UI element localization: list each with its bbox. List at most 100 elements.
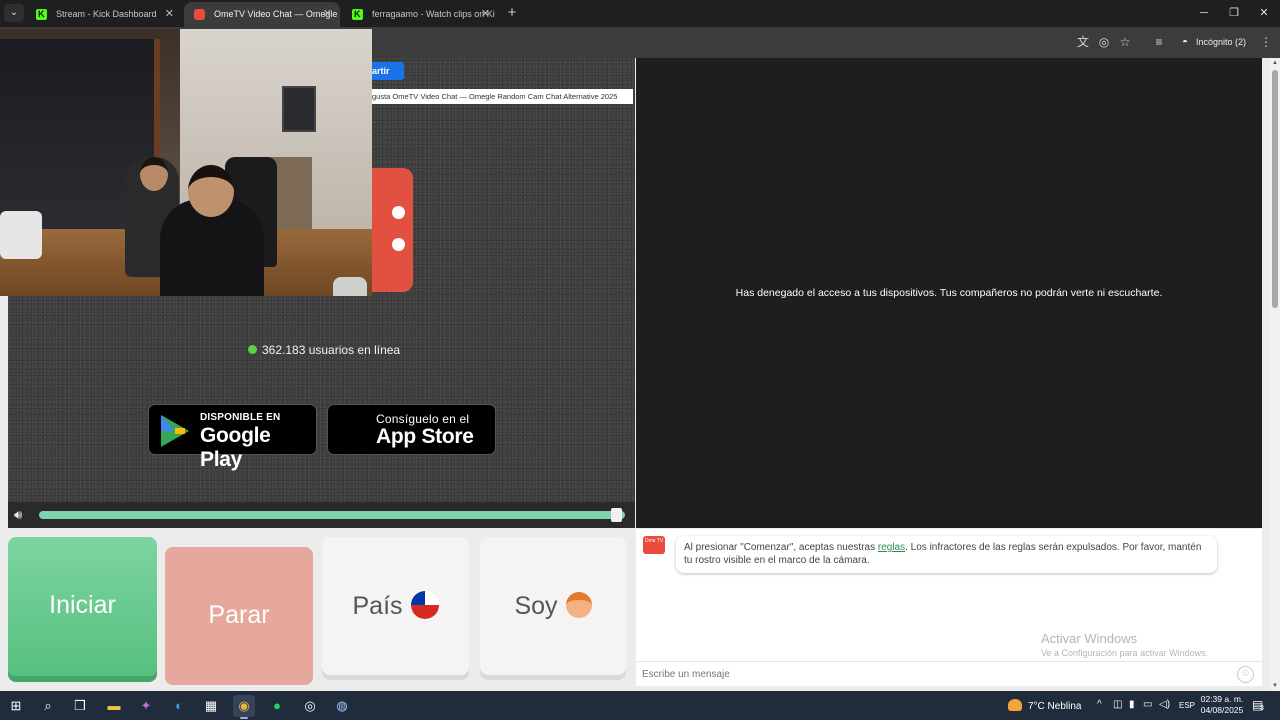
camera-tray-icon[interactable]: ◫ [1113, 699, 1122, 710]
volume-tray-icon[interactable]: ◁) [1159, 699, 1170, 710]
clock-time: 02:39 a. m. [1200, 694, 1244, 704]
webcam-overlay [0, 29, 372, 296]
obs-icon[interactable]: ◎ [299, 695, 321, 717]
task-view-icon[interactable]: ❒ [69, 695, 91, 717]
reading-list-icon[interactable]: ≡ [1151, 34, 1167, 50]
kick-icon [352, 2, 363, 27]
gender-button[interactable]: Soy [480, 537, 626, 675]
eye-off-icon[interactable]: ◎ [1096, 34, 1112, 50]
gender-label: Soy [514, 592, 558, 620]
chat-message-input[interactable] [642, 665, 1232, 684]
online-users: 362.183 usuarios en línea [248, 343, 400, 357]
ometv-chat-icon: Ome TV [643, 536, 665, 554]
tab-ferragaamo[interactable]: ferragaamo - Watch clips on Ki ✕ [342, 2, 498, 27]
stop-button[interactable]: Parar [165, 547, 313, 685]
scroll-up-icon[interactable]: ▲ [1272, 60, 1278, 66]
close-icon[interactable]: ✕ [323, 2, 332, 27]
windows-start-icon[interactable]: ⊞ [5, 695, 27, 717]
cam-head-left [140, 157, 168, 191]
kick-icon [36, 2, 47, 27]
tab-ometv[interactable]: OmeTV Video Chat — Omegle ✕ [184, 2, 340, 27]
google-play-big: Google Play [200, 424, 271, 471]
google-play-badge[interactable]: DISPONIBLE EN Google Play [148, 404, 317, 471]
chrome-icon[interactable]: ◉ [233, 695, 255, 719]
tab-title: Stream - Kick Dashboard [56, 9, 157, 19]
cam-poster [282, 86, 316, 132]
cam-bottle [333, 277, 367, 296]
cam-microphone [0, 211, 42, 259]
ometv-logo [372, 168, 413, 292]
volume-slider-handle[interactable] [611, 508, 622, 522]
chile-flag-icon [410, 591, 439, 619]
weather-icon [1008, 699, 1022, 711]
app-store-small: Consíguelo en el [376, 412, 470, 426]
app-store-badge[interactable]: Consíguelo en el App Store [327, 404, 496, 455]
translate-icon[interactable]: 文 [1075, 34, 1091, 50]
close-icon[interactable]: ✕ [481, 2, 490, 27]
tab-title: OmeTV Video Chat — Omegle [214, 9, 338, 19]
notification-icon[interactable]: ▤ 3 [1252, 698, 1264, 712]
message-text-start: Al presionar "Comenzar", aceptas nuestra… [684, 542, 878, 553]
close-window-button[interactable]: ✕ [1247, 0, 1280, 27]
tray-chevron-icon[interactable]: ^ [1097, 699, 1102, 710]
logo-dot [392, 238, 405, 251]
windows-taskbar: ⊞ ⌕ ❒ ▬ ✦ ◐ ▦ ◉ ● ◎ ◍ 7°C Neblina ^ ◫ ▮ … [0, 691, 1280, 720]
activate-windows-subtitle: Ve a Configuración para activar Windows. [1041, 648, 1209, 658]
country-label: País [352, 592, 403, 620]
microphone-tray-icon[interactable]: ▮ [1129, 699, 1135, 710]
tab-search-button[interactable]: ⌄ [4, 4, 24, 22]
search-icon[interactable]: ⌕ [37, 695, 59, 717]
network-icon[interactable]: ▭ [1143, 699, 1152, 710]
page-scrollbar[interactable]: ▲ ▼ [1270, 58, 1280, 691]
clock[interactable]: 02:39 a. m. 04/08/2025 [1200, 694, 1244, 716]
app-store-big: App Store [376, 425, 474, 448]
share-tooltip: gusta OmeTV Video Chat — Omegle Random C… [370, 89, 633, 104]
active-indicator [240, 717, 248, 719]
country-button[interactable]: País [322, 537, 469, 675]
ometv-icon [194, 9, 205, 20]
restore-button[interactable]: ❐ [1217, 0, 1251, 27]
menu-icon[interactable]: ⋮ [1258, 34, 1274, 50]
clock-date: 04/08/2025 [1200, 705, 1244, 715]
notification-count: 3 [1260, 705, 1264, 712]
rules-link[interactable]: reglas [878, 542, 905, 553]
online-count: 362.183 usuarios en línea [262, 343, 401, 357]
boy-face-icon [565, 592, 592, 618]
file-explorer-icon[interactable]: ▬ [103, 695, 125, 717]
cam-head-right [188, 165, 234, 217]
device-denied-message: Has denegado el acceso a tus dispositivo… [735, 287, 1163, 299]
incognito-profile-button[interactable]: ◓ Incógnito (2) [1176, 32, 1250, 53]
minimize-button[interactable]: ─ [1187, 0, 1221, 27]
incognito-icon: ◓ [1182, 37, 1189, 48]
close-icon[interactable]: ✕ [165, 2, 174, 27]
scrollbar-thumb[interactable] [1272, 70, 1278, 308]
new-tab-button[interactable]: + [503, 4, 521, 22]
edge-icon[interactable]: ◐ [168, 695, 190, 717]
speaker-icon[interactable]: 🔊︎ [14, 507, 22, 523]
copilot-icon[interactable]: ✦ [135, 695, 157, 717]
weather-widget[interactable]: 7°C Neblina [1008, 699, 1081, 712]
profile-label: Incógnito (2) [1196, 37, 1247, 47]
language-indicator[interactable]: ESP [1179, 701, 1195, 710]
emoji-icon[interactable]: ☺ [1237, 666, 1254, 683]
scroll-down-icon[interactable]: ▼ [1272, 683, 1278, 689]
online-dot-icon [248, 345, 257, 354]
activate-windows-title: Activar Windows [1041, 631, 1138, 646]
store-icon[interactable]: ▦ [200, 695, 222, 717]
start-button[interactable]: Iniciar [8, 537, 157, 676]
volume-bar: 🔊︎ [8, 502, 635, 528]
volume-track[interactable] [39, 511, 625, 519]
system-message: Al presionar "Comenzar", aceptas nuestra… [676, 536, 1217, 573]
tab-strip: ⌄ Stream - Kick Dashboard ✕ OmeTV Video … [0, 0, 1280, 27]
google-play-small: DISPONIBLE EN [200, 412, 281, 423]
star-icon[interactable]: ☆ [1117, 34, 1133, 50]
chat-input-bar: ☺ [636, 661, 1262, 686]
app-icon[interactable]: ◍ [331, 695, 353, 717]
spotify-icon[interactable]: ● [266, 695, 288, 717]
tab-kick-dashboard[interactable]: Stream - Kick Dashboard ✕ [26, 2, 182, 27]
google-play-icon [161, 415, 189, 447]
weather-text: 7°C Neblina [1028, 701, 1082, 712]
tab-title: ferragaamo - Watch clips on Ki [372, 9, 495, 19]
logo-dot [392, 206, 405, 219]
local-video-placeholder: Has denegado el acceso a tus dispositivo… [636, 58, 1262, 528]
